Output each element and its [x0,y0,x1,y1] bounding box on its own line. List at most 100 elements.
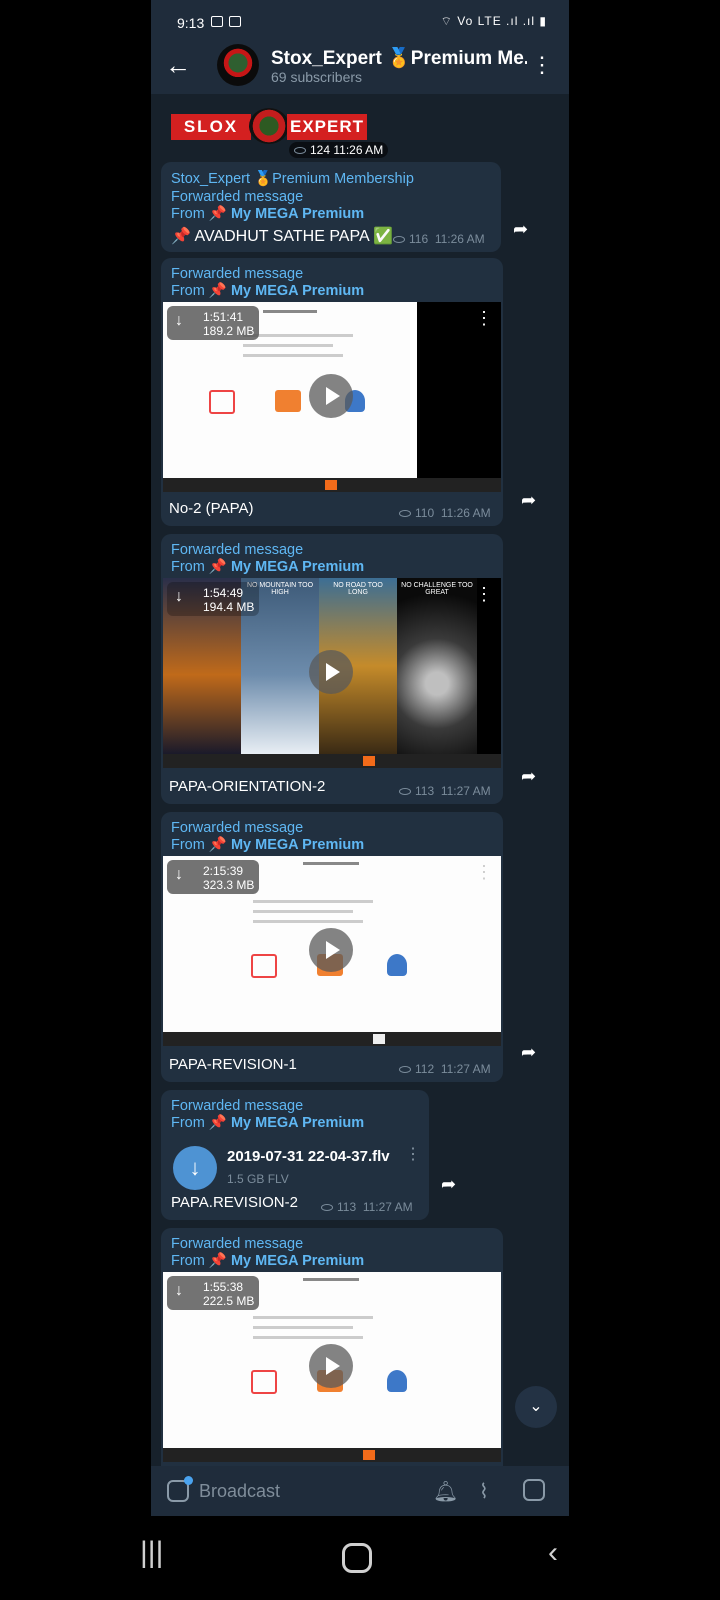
file-info: 1.5 GB FLV [227,1172,289,1186]
video-toolbar [163,1448,501,1462]
forwarded-label: Forwarded message [171,189,304,205]
video-thumbnail[interactable]: ↓ 1:51:41 189.2 MB ⋮ [163,302,501,492]
download-arrow-icon: ↓ [175,588,183,605]
forwarded-from[interactable]: From 📌 My MEGA Premium [171,558,364,575]
message-meta: 113 11:27 AM [321,1200,413,1214]
notification-icon [229,16,241,27]
bull-logo-icon [249,108,289,144]
sticker-icon[interactable] [167,1476,193,1502]
message-bubble[interactable]: Forwarded message From 📌 My MEGA Premium… [161,1090,429,1220]
pin-icon: 📌 [208,1115,227,1131]
forwarded-from[interactable]: From 📌 My MEGA Premium [171,1252,364,1269]
message-meta: 124 11:26 AM [289,142,389,158]
video-toolbar [163,1032,501,1046]
download-arrow-icon: ↓ [175,1282,183,1299]
play-icon[interactable] [309,374,353,418]
message-bubble[interactable]: Forwarded message From 📌 My MEGA Premium… [161,1228,503,1466]
status-bar: 9:13 ⌔ Vo LTE .ıl .ıl ▮ [151,0,569,38]
download-badge[interactable]: ↓ 1:51:41 189.2 MB [167,306,259,340]
channel-title[interactable]: Stox_Expert 🏅Premium Me... [271,46,527,70]
views-eye-icon [399,788,411,796]
status-indicators: ⌔ Vo LTE .ıl .ıl ▮ [440,14,547,28]
channel-avatar[interactable] [217,44,259,86]
share-icon[interactable]: ➦ [513,219,528,240]
video-caption: PAPA-REVISION-1 [169,1056,297,1073]
file-name[interactable]: 2019-07-31 22-04-37.flv [227,1148,390,1165]
share-icon[interactable]: ➦ [521,766,536,787]
forwarded-label: Forwarded message [171,266,304,282]
forwarded-from[interactable]: From 📌 My MEGA Premium [171,836,364,853]
download-arrow-icon: ↓ [175,866,183,883]
message-bubble[interactable]: Stox_Expert 🏅Premium Membership Forwarde… [161,162,501,252]
recent-apps-icon[interactable]: ||| [140,1536,163,1570]
video-more-icon[interactable]: ⋮ [475,308,493,329]
app-icon [251,954,277,978]
file-more-icon[interactable]: ⋮ [405,1144,421,1164]
channel-header[interactable]: ← Stox_Expert 🏅Premium Me... 69 subscrib… [151,38,569,94]
forwarded-from[interactable]: From 📌 My MEGA Premium [171,282,364,299]
share-icon[interactable]: ➦ [441,1174,456,1195]
video-thumbnail[interactable]: NO MOUNTAIN TOO HIGH NO ROAD TOO LONG NO… [163,578,501,768]
video-more-icon[interactable]: ⋮ [475,584,493,605]
views-eye-icon [294,147,306,155]
play-icon[interactable] [309,928,353,972]
pin-icon: 📌 [208,837,227,853]
gallery-icon [211,16,223,27]
download-badge[interactable]: ↓ 1:54:49 194.4 MB [167,582,259,616]
video-caption: PAPA-ORIENTATION-2 [169,778,326,795]
video-toolbar [163,478,501,492]
pin-icon: 📌 [208,1253,227,1269]
logo-image-message[interactable]: SLOX EXPERT 124 11:26 AM [171,108,389,158]
camera-icon[interactable] [523,1479,545,1501]
home-icon[interactable] [342,1543,372,1573]
chevron-down-icon: ⌄ [529,1398,543,1415]
video-toolbar [163,754,501,768]
broadcast-input[interactable] [199,1478,409,1504]
message-meta: 113 11:27 AM [399,784,491,798]
forwarded-from[interactable]: From 📌 My MEGA Premium [171,1114,364,1131]
user-icon [387,1370,407,1392]
scroll-down-button[interactable]: ⌄ [515,1386,557,1428]
forwarded-label: Forwarded message [171,1098,304,1114]
app-icon [209,390,235,414]
video-thumbnail[interactable]: ↓ 1:55:38 222.5 MB [163,1272,501,1462]
new-dot-badge [184,1476,193,1485]
file-caption: PAPA.REVISION-2 [171,1194,298,1211]
play-icon[interactable] [309,1344,353,1388]
panel-galaxy: NO CHALLENGE TOO GREAT [397,578,477,754]
video-caption: No-2 (PAPA) [169,500,254,517]
channel-sender-name[interactable]: Stox_Expert 🏅Premium Membership [171,170,414,187]
views-eye-icon [321,1204,333,1212]
forwarded-from[interactable]: From 📌 My MEGA Premium [171,205,364,222]
message-bubble[interactable]: Forwarded message From 📌 My MEGA Premium… [161,812,503,1082]
views-eye-icon [399,510,411,518]
app-icon [251,1370,277,1394]
pin-icon: 📌 [208,206,227,222]
message-bubble[interactable]: Forwarded message From 📌 My MEGA Premium… [161,258,503,526]
message-list[interactable]: SLOX EXPERT 124 11:26 AM Stox_Expert 🏅Pr… [151,94,569,1466]
logo-text-left: SLOX [171,114,251,140]
video-thumbnail[interactable]: ↓ 2:15:39 323.3 MB ⋮ [163,856,501,1046]
download-badge[interactable]: ↓ 2:15:39 323.3 MB [167,860,259,894]
pin-icon: 📌 [208,559,227,575]
back-arrow-icon[interactable]: ← [165,50,191,81]
bell-icon[interactable]: 🔔︎ [433,1479,458,1504]
message-bubble[interactable]: Forwarded message From 📌 My MEGA Premium… [161,534,503,804]
android-nav-bar: ||| ‹ [0,1516,720,1600]
attach-icon[interactable]: ⌇ [479,1479,489,1504]
status-time: 9:13 [177,15,205,31]
download-badge[interactable]: ↓ 1:55:38 222.5 MB [167,1276,259,1310]
more-options-icon[interactable]: ⋮ [531,52,553,78]
message-meta: 112 11:27 AM [399,1062,491,1076]
play-icon[interactable] [309,650,353,694]
message-text: 📌 AVADHUT SATHE PAPA ✅ [171,228,394,245]
download-file-button[interactable]: ↓ [173,1146,217,1190]
share-icon[interactable]: ➦ [521,1042,536,1063]
forwarded-label: Forwarded message [171,542,304,558]
download-arrow-icon: ↓ [175,312,183,329]
share-icon[interactable]: ➦ [521,490,536,511]
back-icon[interactable]: ‹ [548,1536,558,1570]
video-more-icon[interactable]: ⋮ [475,862,493,883]
folder-icon [275,390,301,412]
subscriber-count: 69 subscribers [271,69,363,85]
